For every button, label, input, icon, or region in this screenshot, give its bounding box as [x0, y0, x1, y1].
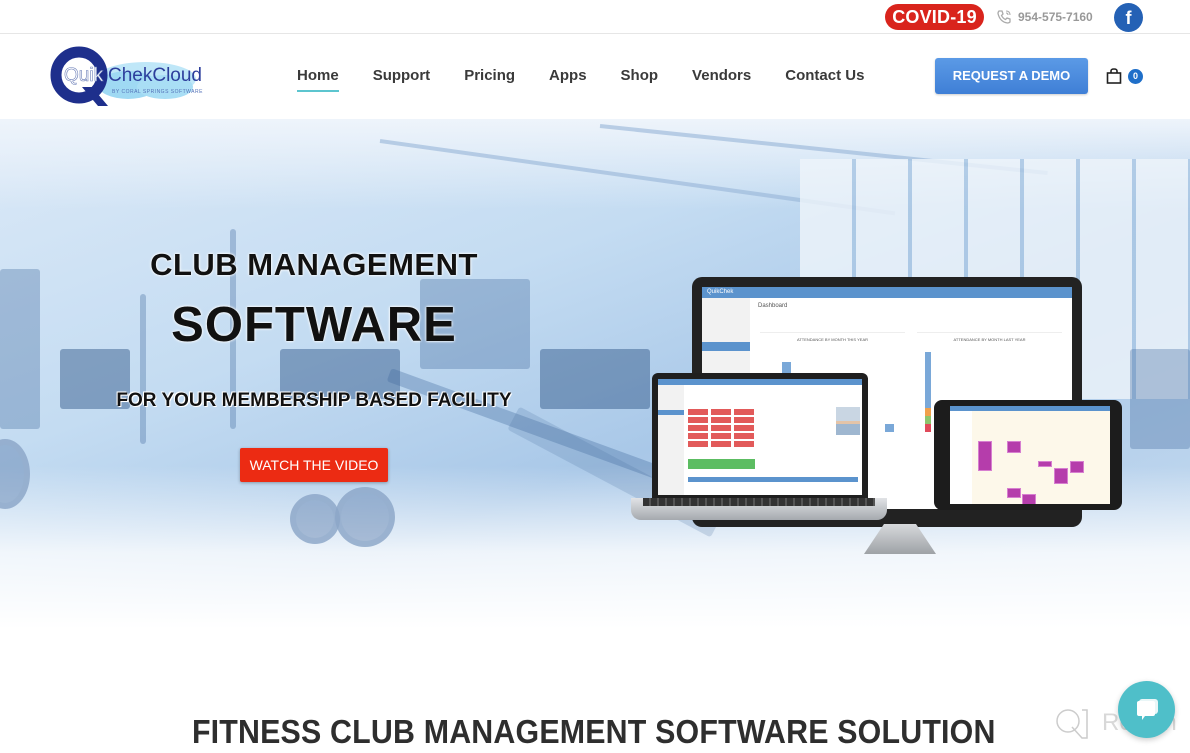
sidebar-selected-item [658, 410, 684, 415]
calendar-event [1007, 441, 1021, 453]
covid-19-badge[interactable]: COVID-19 [885, 4, 984, 30]
calendar-event [1022, 494, 1036, 504]
calendar-event [978, 441, 992, 471]
main-nav: Home Support Pricing Apps Shop Vendors C… [297, 67, 898, 92]
calendar-event [1070, 461, 1084, 473]
table-header-bar [688, 477, 858, 482]
member-photo [836, 407, 860, 435]
gym-equipment-wheel [335, 487, 395, 547]
shopping-bag-icon[interactable] [1106, 68, 1122, 84]
sidebar-selected-item [702, 342, 750, 351]
chat-bubble-icon [1137, 699, 1158, 720]
quikchek-cloud-logo[interactable]: Quik ChekCloud BY CORAL SPRINGS SOFTWARE [50, 43, 210, 109]
nav-pricing[interactable]: Pricing [464, 67, 515, 92]
svg-text:Quik: Quik [64, 65, 104, 86]
calendar-event [1054, 468, 1068, 484]
category-button [734, 409, 754, 415]
category-button [688, 433, 708, 439]
request-demo-button[interactable]: REQUEST A DEMO [935, 58, 1088, 94]
app-nav-bar [658, 379, 862, 385]
category-button [711, 425, 731, 431]
chart-title: ATTENDANCE BY MONTH THIS YEAR [796, 337, 869, 342]
cart-count-badge: 0 [1128, 69, 1143, 84]
gym-equipment-wheel [0, 439, 30, 509]
section-heading: FITNESS CLUB MANAGEMENT SOFTWARE SOLUTIO… [0, 713, 1190, 751]
nav-apps[interactable]: Apps [549, 67, 587, 92]
monitor-stand [864, 524, 936, 554]
nav-shop[interactable]: Shop [621, 67, 659, 92]
chart-bar [885, 424, 894, 432]
facebook-icon[interactable]: f [1114, 3, 1143, 32]
mini-calendar [950, 411, 972, 504]
category-button [734, 425, 754, 431]
tablet-mockup [934, 400, 1122, 510]
category-button [711, 409, 731, 415]
hero-title-line2: SOFTWARE [171, 298, 457, 352]
calendar-event [1038, 461, 1052, 467]
nav-contact-us[interactable]: Contact Us [785, 67, 864, 92]
category-button [734, 417, 754, 423]
phone-icon [997, 10, 1011, 24]
gym-equipment [1130, 349, 1190, 449]
chart-bar [925, 352, 931, 432]
category-button [688, 441, 708, 447]
top-bar: COVID-19 954-575-7160 f [0, 0, 1190, 34]
laptop-mockup [652, 373, 868, 498]
svg-text:ChekCloud: ChekCloud [108, 65, 202, 86]
phone-number-link[interactable]: 954-575-7160 [1018, 10, 1093, 24]
hero-title-line1: CLUB MANAGEMENT [150, 247, 478, 282]
check-in-button [688, 459, 755, 469]
svg-text:BY CORAL SPRINGS SOFTWARE: BY CORAL SPRINGS SOFTWARE [112, 89, 203, 95]
category-button [688, 425, 708, 431]
category-button [734, 433, 754, 439]
revain-logo-icon [1056, 709, 1088, 739]
chat-widget-button[interactable] [1118, 681, 1175, 738]
calendar-event [1007, 488, 1021, 498]
app-page-title: Dashboard [758, 303, 788, 309]
laptop-screen [658, 379, 862, 495]
watch-video-button[interactable]: WATCH THE VIDEO [240, 448, 388, 482]
category-button [734, 441, 754, 447]
nav-home[interactable]: Home [297, 67, 339, 92]
chart-title: ATTENDANCE BY MONTH LAST YEAR [953, 337, 1026, 342]
hero-subtitle: FOR YOUR MEMBERSHIP BASED FACILITY [116, 390, 512, 411]
gym-equipment-wheel [290, 494, 340, 544]
tablet-screen [950, 406, 1110, 504]
main-header: Quik ChekCloud BY CORAL SPRINGS SOFTWARE… [0, 35, 1190, 119]
category-button [711, 417, 731, 423]
hero-banner: CLUB MANAGEMENT SOFTWARE FOR YOUR MEMBER… [0, 119, 1190, 629]
category-button [688, 409, 708, 415]
nav-vendors[interactable]: Vendors [692, 67, 751, 92]
app-nav-bar: QuikChek [702, 287, 1072, 298]
category-button [711, 433, 731, 439]
category-button [688, 417, 708, 423]
nav-support[interactable]: Support [373, 67, 431, 92]
app-sidebar [658, 385, 684, 495]
app-nav-bar [950, 406, 1110, 411]
laptop-keyboard-base [631, 498, 887, 520]
section-heading-text: FITNESS CLUB MANAGEMENT SOFTWARE SOLUTIO… [192, 713, 996, 750]
category-button [711, 441, 731, 447]
